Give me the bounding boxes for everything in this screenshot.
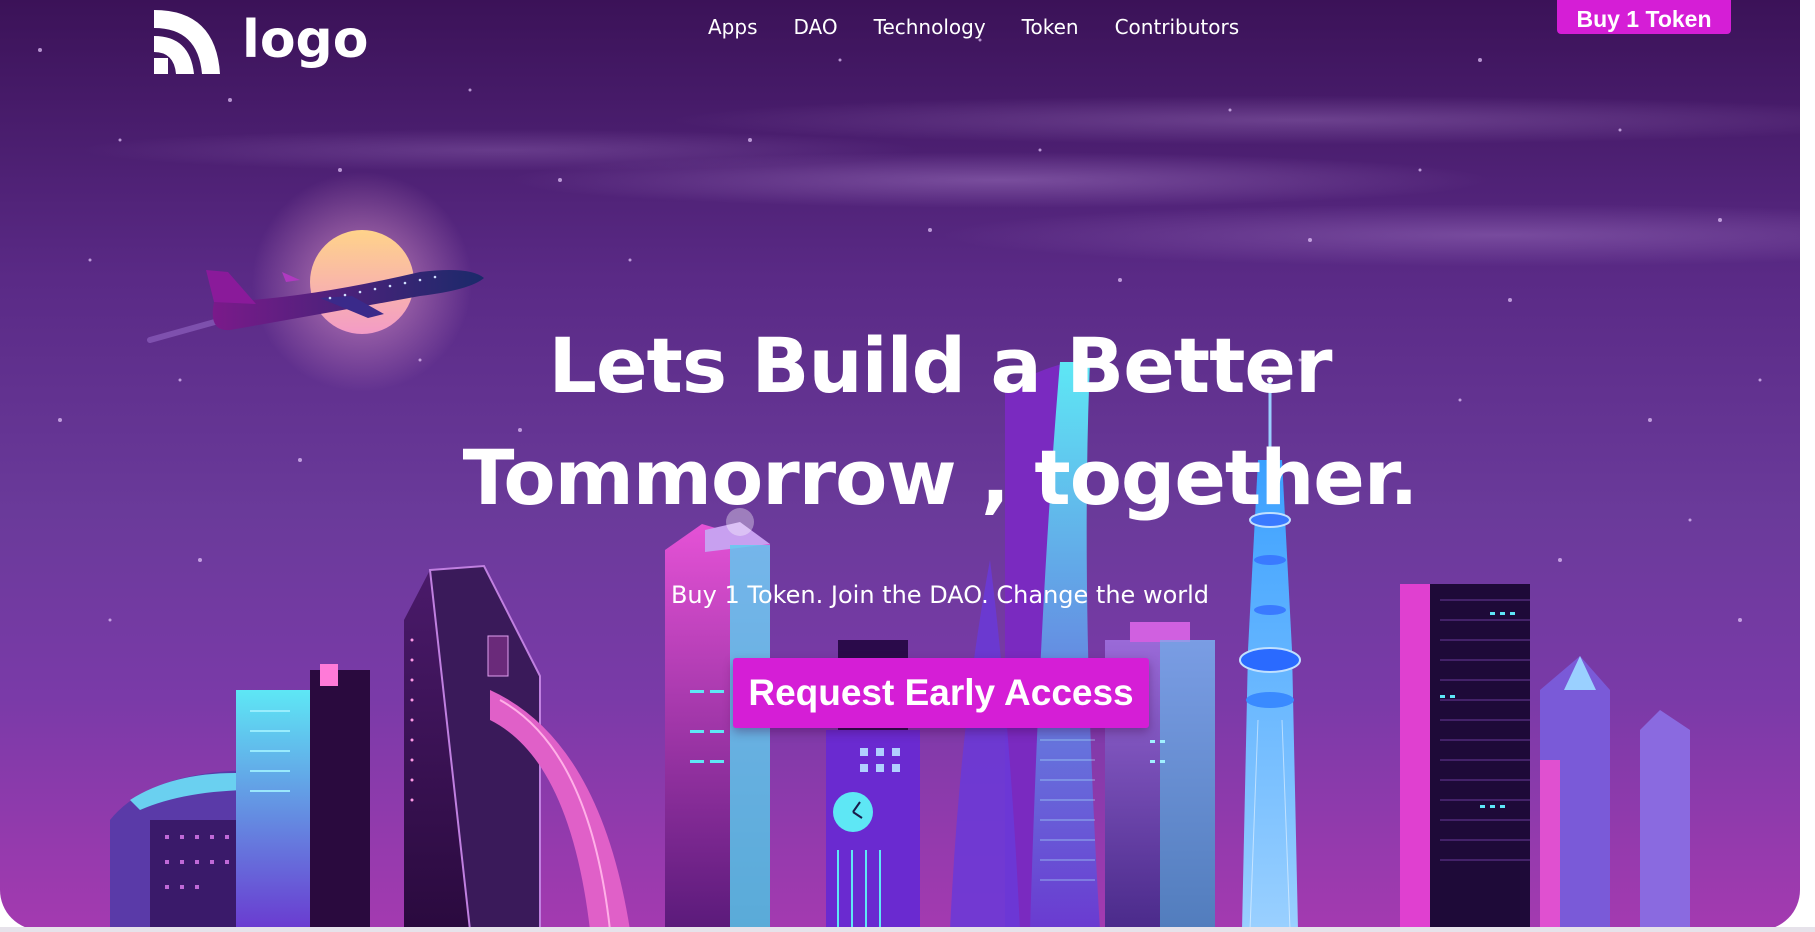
- request-early-access-button[interactable]: Request Early Access: [733, 658, 1149, 728]
- buy-token-button[interactable]: Buy 1 Token: [1557, 0, 1731, 34]
- nav-item-contributors[interactable]: Contributors: [1115, 12, 1240, 42]
- nav-item-token[interactable]: Token: [1022, 12, 1079, 42]
- nav-item-technology[interactable]: Technology: [874, 12, 986, 42]
- wifi-arcs-logo-icon: [154, 10, 220, 74]
- main-nav: Apps DAO Technology Token Contributors: [708, 12, 1275, 42]
- headline-line-2: Tommorrow , together.: [462, 433, 1419, 522]
- page-bottom-edge: [0, 927, 1815, 932]
- nav-item-dao[interactable]: DAO: [794, 12, 838, 42]
- logo-text: logo: [242, 10, 369, 70]
- nav-item-apps[interactable]: Apps: [708, 12, 758, 42]
- hero-section: logo Apps DAO Technology Token Contribut…: [0, 0, 1800, 930]
- headline-line-1: Lets Build a Better: [548, 321, 1333, 410]
- hero-subtitle: Buy 1 Token. Join the DAO. Change the wo…: [670, 581, 1210, 609]
- logo[interactable]: logo: [150, 4, 369, 76]
- hero-headline: Lets Build a Better Tommorrow , together…: [0, 310, 1800, 534]
